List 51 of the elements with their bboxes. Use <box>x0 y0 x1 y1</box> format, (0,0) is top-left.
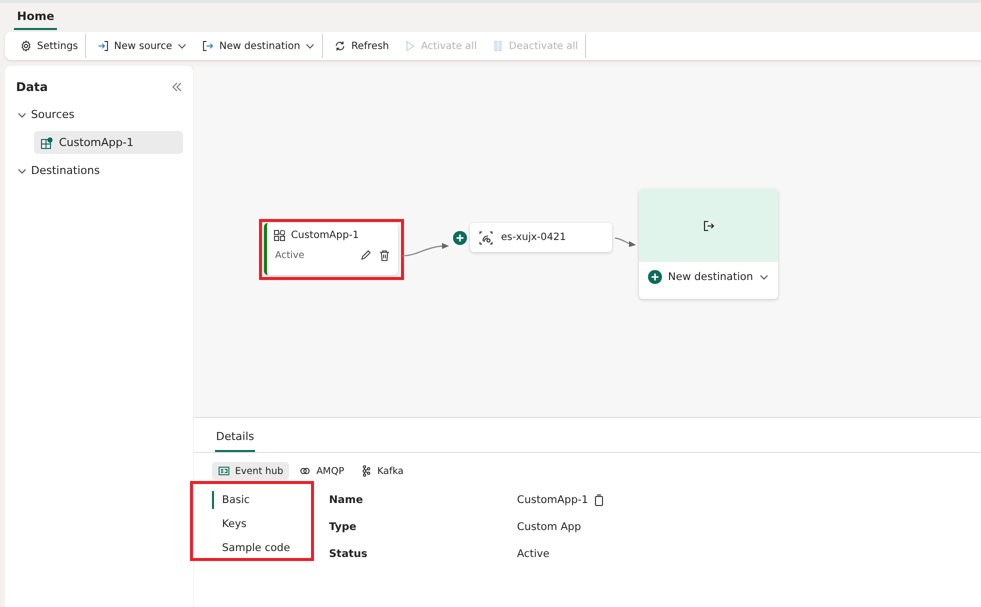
edit-icon[interactable] <box>360 250 371 261</box>
destination-card[interactable]: New destination <box>639 189 778 299</box>
chevron-icon[interactable] <box>305 41 316 51</box>
node-title: CustomApp-1 <box>291 230 359 241</box>
ribbon-tab[interactable]: Home <box>14 5 58 30</box>
collapse-icon[interactable] <box>172 82 182 92</box>
add-icon[interactable] <box>648 270 662 284</box>
apps-icon <box>274 230 285 241</box>
toolbar-button[interactable]: Settings <box>13 34 86 58</box>
source-node[interactable]: CustomApp-1 Active <box>264 223 398 275</box>
toolbar-button[interactable]: New destination <box>195 34 324 58</box>
play-icon <box>404 40 416 52</box>
details-tab[interactable]: Details <box>215 430 256 452</box>
property-value: Custom App <box>517 521 582 533</box>
toolbar-button[interactable]: New source <box>90 34 196 58</box>
property-label: Name <box>329 493 364 508</box>
copy-icon[interactable] <box>594 494 604 506</box>
tree-item[interactable]: CustomApp-1 <box>34 131 183 154</box>
nav-item[interactable]: Keys <box>212 515 314 533</box>
protocol-tab[interactable]: Kafka <box>354 462 410 480</box>
nodes-icon <box>360 465 372 477</box>
sign-out-icon <box>202 40 214 52</box>
chevron-icon[interactable] <box>177 41 188 51</box>
property-value: CustomApp-1 <box>517 494 588 506</box>
toolbar-button[interactable]: Refresh <box>327 34 398 58</box>
node-title: es-xujx-0421 <box>501 232 566 243</box>
add-icon[interactable] <box>453 231 467 245</box>
sign-out-icon <box>702 220 714 232</box>
property-label: Type <box>329 520 358 535</box>
destination-label[interactable]: New destination <box>668 271 754 283</box>
stream-node[interactable]: es-xujx-0421 <box>470 223 612 252</box>
panel-title: Data <box>16 80 48 94</box>
delete-icon[interactable] <box>379 250 390 261</box>
refresh-icon <box>334 40 346 52</box>
status-text: Active <box>275 250 306 261</box>
nav-item[interactable]: Sample code <box>212 539 314 557</box>
pause-icon <box>492 40 504 52</box>
property-label: Status <box>329 547 368 562</box>
tree-group[interactable]: Sources <box>17 108 183 121</box>
hub-icon <box>218 465 230 477</box>
nav-item[interactable]: Basic <box>212 491 314 509</box>
tree-group[interactable]: Destinations <box>17 164 183 177</box>
app-icon <box>41 136 53 148</box>
protocol-tab[interactable]: Event hub <box>212 462 290 480</box>
sign-in-icon <box>97 40 110 52</box>
stream-icon <box>479 230 493 244</box>
protocol-tab[interactable]: AMQP <box>293 462 350 480</box>
settings-icon <box>20 40 32 52</box>
chevron-icon[interactable] <box>759 272 770 282</box>
property-value: Active <box>517 548 550 560</box>
rings-icon <box>299 465 312 477</box>
